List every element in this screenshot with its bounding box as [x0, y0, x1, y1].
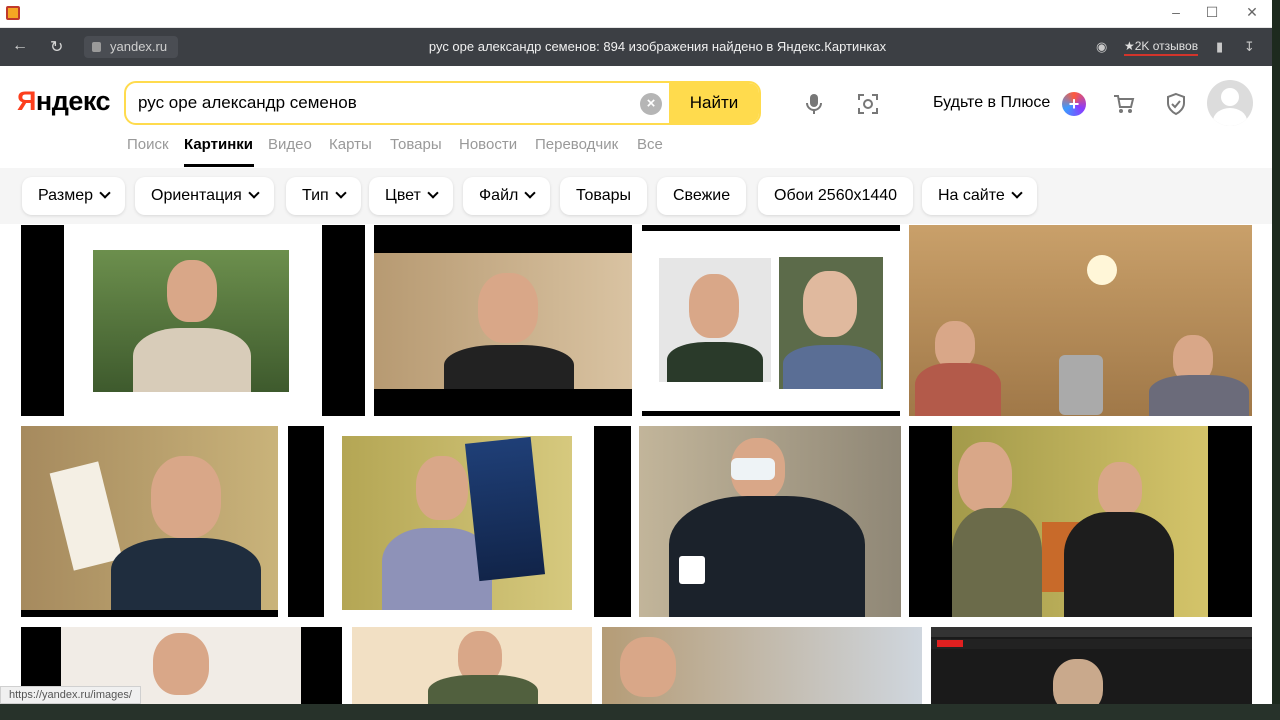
- filter-type[interactable]: Тип: [286, 177, 361, 215]
- filter-wallpaper[interactable]: Обои 2560x1440: [758, 177, 914, 215]
- image-result[interactable]: [374, 225, 632, 416]
- image-result[interactable]: [642, 225, 900, 416]
- filter-on-site[interactable]: На сайте: [922, 177, 1037, 215]
- chevron-down-icon: [248, 187, 260, 199]
- tab-search[interactable]: Поиск: [127, 136, 169, 153]
- filter-orientation[interactable]: Ориентация: [135, 177, 274, 215]
- back-arrow-icon[interactable]: ←: [12, 37, 28, 55]
- chevron-down-icon: [524, 187, 537, 199]
- chevron-down-icon: [99, 187, 111, 199]
- microphone-icon[interactable]: [802, 92, 826, 116]
- image-result[interactable]: [639, 426, 901, 617]
- user-avatar[interactable]: [1207, 80, 1253, 126]
- tab-maps[interactable]: Карты: [329, 136, 372, 153]
- search-box: × Найти: [124, 81, 761, 125]
- plus-promo-text[interactable]: Будьте в Плюсе: [933, 94, 1050, 112]
- yandex-logo[interactable]: Яндекс: [17, 86, 111, 117]
- chevron-down-icon: [335, 187, 347, 199]
- address-url: yandex.ru: [110, 39, 168, 54]
- image-result[interactable]: [931, 627, 1252, 704]
- download-icon[interactable]: ↧: [1244, 39, 1255, 55]
- filter-fresh[interactable]: Свежие: [657, 177, 747, 215]
- lock-icon: [92, 42, 101, 52]
- plus-icon[interactable]: +: [1062, 92, 1086, 116]
- maximize-icon[interactable]: ☐: [1192, 4, 1232, 21]
- status-url: https://yandex.ru/images/: [0, 686, 141, 704]
- image-result[interactable]: [21, 426, 278, 617]
- close-icon[interactable]: ✕: [1232, 4, 1272, 21]
- shield-icon[interactable]: [1164, 92, 1188, 116]
- image-results-grid: [0, 224, 1272, 704]
- tab-video[interactable]: Видео: [268, 136, 312, 153]
- address-bar[interactable]: yandex.ru: [84, 36, 178, 58]
- search-button[interactable]: Найти: [669, 83, 759, 123]
- filter-color[interactable]: Цвет: [369, 177, 453, 215]
- tab-news[interactable]: Новости: [459, 136, 517, 153]
- filter-products[interactable]: Товары: [560, 177, 648, 215]
- search-input[interactable]: [138, 91, 638, 115]
- image-result[interactable]: [909, 225, 1252, 416]
- tab-images[interactable]: Картинки: [184, 136, 253, 153]
- window-titlebar: – ☐ ✕: [0, 0, 1272, 28]
- tab-all[interactable]: Все: [637, 136, 663, 153]
- os-taskbar: [0, 704, 1280, 720]
- youtube-icon: [937, 640, 963, 647]
- minimize-icon[interactable]: –: [1156, 4, 1196, 20]
- browser-window: – ☐ ✕ ← ↻ yandex.ru рус оре александр се…: [0, 0, 1272, 704]
- chat-icon[interactable]: ◉: [1096, 39, 1107, 55]
- chevron-down-icon: [1011, 187, 1023, 199]
- browser-toolbar: ← ↻ yandex.ru рус оре александр семенов:…: [0, 28, 1272, 66]
- bookmark-icon[interactable]: ▮: [1216, 39, 1223, 55]
- filter-size[interactable]: Размер: [22, 177, 125, 215]
- camera-search-icon[interactable]: [856, 92, 880, 116]
- tab-translator[interactable]: Переводчик: [535, 136, 618, 153]
- filter-file[interactable]: Файл: [463, 177, 551, 215]
- reload-icon[interactable]: ↻: [50, 37, 63, 57]
- reviews-badge[interactable]: ★2K отзывов: [1124, 39, 1199, 56]
- app-icon: [6, 6, 20, 20]
- filter-bar: Размер Ориентация Тип Цвет Файл Товары С…: [0, 168, 1272, 224]
- page-title: рус оре александр семенов: 894 изображен…: [428, 39, 887, 54]
- chevron-down-icon: [427, 187, 439, 199]
- clear-search-icon[interactable]: ×: [640, 93, 662, 115]
- image-result[interactable]: [352, 627, 592, 704]
- image-result[interactable]: [602, 627, 922, 704]
- tab-products[interactable]: Товары: [390, 136, 442, 153]
- image-result[interactable]: [288, 426, 631, 617]
- image-result[interactable]: [21, 225, 365, 416]
- cart-icon[interactable]: [1112, 92, 1136, 116]
- active-tab-underline: [184, 164, 254, 167]
- yandex-header: Яндекс × Найти Будьте в Плюсе +: [0, 66, 1272, 168]
- image-result[interactable]: [909, 426, 1252, 617]
